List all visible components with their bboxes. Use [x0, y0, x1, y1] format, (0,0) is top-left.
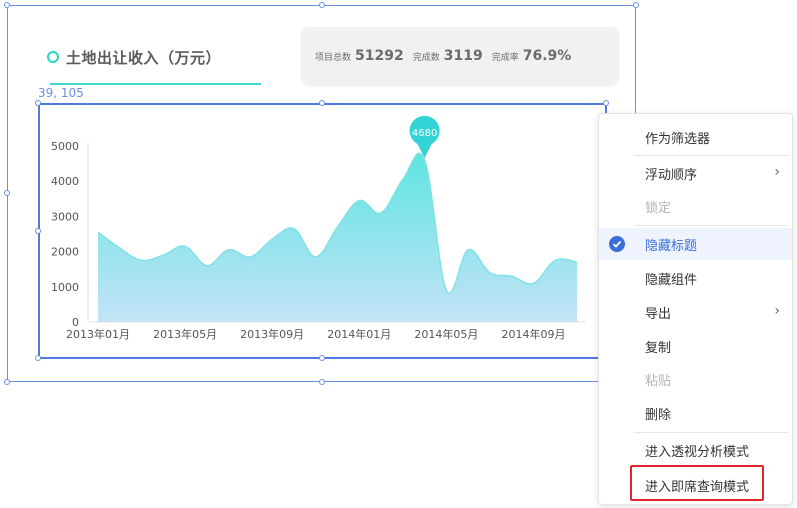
menu-item-paste[interactable]: 粘贴 — [599, 363, 792, 395]
stat-label-done: 完成数 — [412, 52, 440, 63]
circle-icon — [47, 51, 59, 63]
menu-divider — [634, 432, 789, 433]
menu-item-use-as-filter[interactable]: 作为筛选器 — [599, 121, 792, 153]
menu-item-label: 隐藏组件 — [645, 273, 698, 288]
stats-card: 项目总数 51292 完成数 3119 完成率 76.9% — [301, 27, 619, 85]
menu-item-float-order[interactable]: 浮动顺序 › — [599, 157, 792, 189]
chevron-right-icon: › — [774, 164, 780, 180]
menu-item-label: 导出 — [645, 307, 672, 322]
widget-title-text: 土地出让收入（万元） — [66, 48, 222, 67]
menu-item-hide-component[interactable]: 隐藏组件 — [599, 262, 792, 294]
position-readout: 39, 105 — [38, 86, 84, 100]
menu-divider — [634, 155, 789, 156]
menu-item-label: 浮动顺序 — [645, 168, 698, 183]
resize-handle-bottom[interactable] — [319, 379, 325, 385]
chart-handle-top-left[interactable] — [35, 100, 41, 106]
stat-value-rate: 76.9% — [522, 48, 572, 64]
chart-handle-bottom-left[interactable] — [35, 355, 41, 361]
menu-item-delete[interactable]: 删除 — [599, 397, 792, 429]
chart-handle-top-right[interactable] — [603, 100, 609, 106]
menu-item-copy[interactable]: 复制 — [599, 330, 792, 362]
menu-item-pivot-mode[interactable]: 进入透视分析模式 — [599, 434, 792, 466]
chart-handle-bottom[interactable] — [319, 355, 325, 361]
menu-item-label: 复制 — [645, 341, 672, 356]
check-circle-icon — [609, 236, 625, 252]
resize-handle-top[interactable] — [319, 2, 325, 8]
widget-title: 土地出让收入（万元） — [47, 46, 221, 68]
context-menu: 作为筛选器 浮动顺序 › 锁定 隐藏标题 隐藏组件 导出 › 复制 粘贴 删除 … — [598, 113, 793, 505]
resize-handle-top-right[interactable] — [633, 2, 639, 8]
title-underline — [50, 83, 261, 85]
menu-item-hide-title[interactable]: 隐藏标题 — [599, 228, 792, 260]
stat-label-total: 项目总数 — [315, 52, 352, 63]
menu-item-label: 进入透视分析模式 — [645, 445, 750, 460]
menu-item-label: 隐藏标题 — [645, 239, 698, 254]
menu-divider — [634, 225, 789, 226]
stat-value-total: 51292 — [355, 48, 404, 64]
highlight-annotation — [630, 465, 764, 501]
chart-handle-left[interactable] — [35, 228, 41, 234]
resize-handle-bottom-left[interactable] — [4, 379, 10, 385]
menu-item-export[interactable]: 导出 › — [599, 296, 792, 328]
menu-item-label: 作为筛选器 — [645, 132, 711, 147]
chevron-right-icon: › — [774, 303, 780, 319]
resize-handle-top-left[interactable] — [4, 2, 10, 8]
stat-value-done: 3119 — [443, 48, 483, 64]
menu-item-label: 锁定 — [645, 201, 672, 216]
menu-item-label: 删除 — [645, 408, 672, 423]
chart-handle-top[interactable] — [319, 100, 325, 106]
stat-label-rate: 完成率 — [491, 52, 519, 63]
resize-handle-left[interactable] — [4, 190, 10, 196]
chart-selection-frame[interactable] — [38, 103, 607, 359]
menu-item-label: 粘贴 — [645, 374, 672, 389]
menu-item-lock[interactable]: 锁定 — [599, 190, 792, 222]
